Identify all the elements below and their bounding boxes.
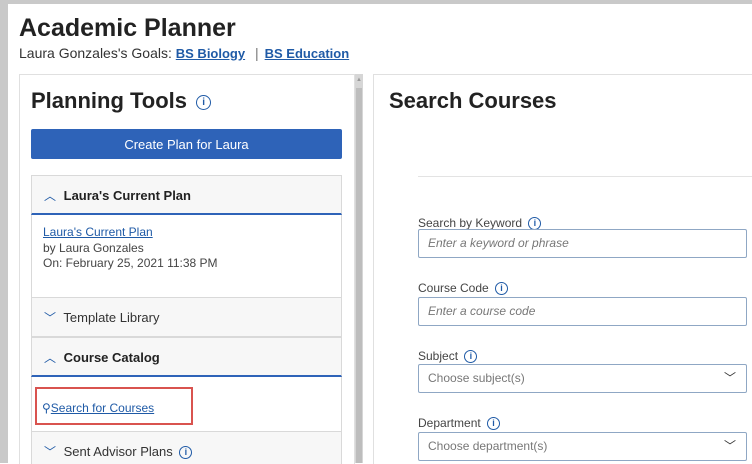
search-courses-panel: Search Courses Search by Keyword i Enter…	[373, 74, 752, 464]
search-for-courses-label: Search for Courses	[50, 401, 155, 415]
keyword-search-input[interactable]: Enter a keyword or phrase	[418, 229, 747, 258]
search-icon: ⚲	[42, 401, 51, 415]
keyword-label-text: Search by Keyword	[418, 216, 523, 230]
course-code-label: Course Code i	[418, 281, 509, 296]
chevron-up-icon: ︿	[44, 189, 57, 203]
info-icon[interactable]: i	[487, 417, 501, 431]
goal-separator: |	[255, 45, 259, 61]
course-code-input[interactable]: Enter a course code	[418, 297, 747, 326]
chevron-down-icon: ﹀	[44, 445, 57, 459]
scrollbar-thumb[interactable]	[356, 88, 362, 463]
accordion-current-plan-label: Laura's Current Plan	[63, 188, 191, 203]
goal-link-bs-education[interactable]: BS Education	[265, 46, 350, 61]
course-code-label-text: Course Code	[418, 281, 489, 295]
planning-tools-title-text: Planning Tools	[31, 88, 188, 113]
subject-label: Subject i	[418, 349, 478, 364]
create-plan-button[interactable]: Create Plan for Laura	[31, 129, 342, 159]
planning-tools-title: Planning Tools i	[31, 88, 212, 114]
subject-select[interactable]: Choose subject(s) ﹀	[418, 364, 747, 393]
accordion-sent-advisor-plans[interactable]: ﹀ Sent Advisor Plans i	[31, 431, 342, 464]
subject-select-value: Choose subject(s)	[428, 371, 525, 385]
accordion-course-catalog-label: Course Catalog	[63, 350, 160, 365]
chevron-down-icon: ﹀	[723, 439, 736, 453]
accordion-course-catalog[interactable]: ︿ Course Catalog	[31, 337, 342, 377]
page-title: Academic Planner	[19, 14, 236, 42]
planning-tools-panel: Planning Tools i Create Plan for Laura ︿…	[19, 74, 355, 464]
goals-line: Laura Gonzales's Goals: BS Biology | BS E…	[19, 45, 349, 61]
plan-date: On: February 25, 2021 11:38 PM	[43, 256, 218, 270]
accordion-current-plan[interactable]: ︿ Laura's Current Plan	[31, 175, 342, 215]
subject-label-text: Subject	[418, 349, 459, 363]
divider	[418, 176, 752, 177]
window-top-border	[0, 0, 752, 4]
department-select-value: Choose department(s)	[428, 439, 548, 453]
info-icon[interactable]: i	[495, 282, 509, 296]
window-left-border	[0, 0, 8, 463]
info-icon[interactable]: i	[196, 95, 212, 110]
department-label-text: Department	[418, 416, 481, 430]
current-plan-link[interactable]: Laura's Current Plan	[43, 225, 153, 239]
info-icon[interactable]: i	[464, 350, 478, 364]
plan-author: by Laura Gonzales	[43, 241, 144, 255]
info-icon[interactable]: i	[179, 446, 193, 460]
scroll-up-arrow-icon[interactable]: ▲	[356, 76, 362, 84]
chevron-down-icon: ﹀	[44, 311, 57, 325]
current-plan-body: Laura's Current Plan by Laura Gonzales O…	[31, 215, 342, 297]
goal-link-bs-biology[interactable]: BS Biology	[176, 46, 245, 61]
accordion-sent-advisor-plans-label: Sent Advisor Plans	[63, 444, 173, 459]
chevron-down-icon: ﹀	[723, 371, 736, 385]
search-courses-title: Search Courses	[389, 88, 557, 113]
department-label: Department i	[418, 416, 501, 431]
department-select[interactable]: Choose department(s) ﹀	[418, 432, 747, 461]
accordion-template-library-label: Template Library	[63, 310, 160, 325]
search-for-courses-link[interactable]: ⚲Search for Courses	[42, 401, 154, 415]
goals-prefix: Laura Gonzales's Goals:	[19, 45, 172, 61]
accordion-template-library[interactable]: ﹀ Template Library	[31, 297, 342, 337]
chevron-up-icon: ︿	[44, 351, 57, 365]
